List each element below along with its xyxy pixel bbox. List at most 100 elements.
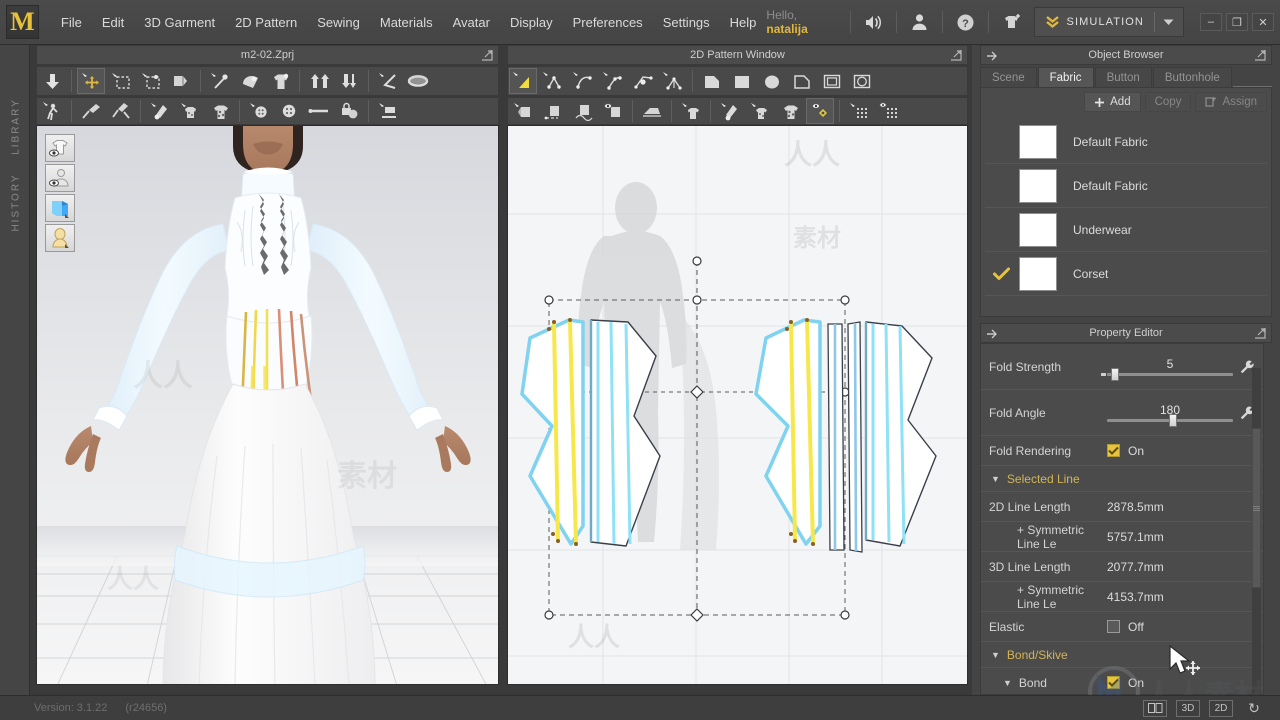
circle-shape-icon[interactable] [758, 68, 786, 94]
texture-view-icon[interactable] [806, 98, 834, 124]
sew-segment-icon[interactable] [509, 98, 537, 124]
fabric-row-2[interactable]: Underwear [985, 208, 1267, 252]
expand-icon[interactable] [949, 48, 963, 62]
transform-tool-icon[interactable] [77, 68, 105, 94]
fabric-row-3[interactable]: Corset [985, 252, 1267, 296]
sew-free-icon[interactable] [539, 98, 567, 124]
fabric-paint-icon[interactable] [146, 98, 174, 124]
view-3d-button[interactable]: 3D [1176, 699, 1200, 717]
sync-down-icon[interactable] [38, 68, 66, 94]
pin-pattern-icon[interactable] [77, 98, 105, 124]
minimize-button[interactable]: – [1199, 13, 1222, 31]
tab-scene[interactable]: Scene [980, 67, 1037, 87]
viewport-3d[interactable]: 人人 素材 人人 [36, 125, 499, 685]
sew-curve-icon[interactable] [569, 98, 597, 124]
scrollbar-thumb[interactable] [1252, 428, 1261, 588]
avatar-pose-icon[interactable] [38, 98, 66, 124]
section-bond-skive[interactable]: ▼ Bond/Skive [981, 642, 1263, 668]
history-tab[interactable]: HISTORY [11, 170, 22, 236]
fabric-check-3[interactable] [989, 267, 1013, 281]
menu-edit[interactable]: Edit [92, 10, 134, 35]
polygon-tool-icon[interactable] [629, 68, 657, 94]
garment-fold-icon[interactable] [266, 68, 294, 94]
garment-add-icon[interactable] [998, 7, 1025, 37]
show-pattern-icon[interactable] [45, 194, 75, 222]
chevron-down-icon[interactable]: ▼ [1003, 678, 1012, 688]
elastic-checkbox[interactable] [1107, 620, 1120, 633]
steam-iron-icon[interactable] [638, 98, 666, 124]
copy-fabric-button[interactable]: Copy [1144, 92, 1192, 112]
mesh-select-icon[interactable] [137, 68, 165, 94]
add-fabric-button[interactable]: Add [1084, 92, 1141, 112]
menu-settings[interactable]: Settings [653, 10, 720, 35]
garment-fabric-icon[interactable] [776, 98, 804, 124]
garment-texture-icon[interactable] [206, 98, 234, 124]
garment-select-icon[interactable] [677, 98, 705, 124]
rect-select-icon[interactable] [107, 68, 135, 94]
menu-3d-garment[interactable]: 3D Garment [134, 10, 225, 35]
library-tab[interactable]: LIBRARY [11, 94, 22, 160]
edit-point-icon[interactable] [599, 68, 627, 94]
view-2d-button[interactable]: 2D [1209, 699, 1233, 717]
menu-sewing[interactable]: Sewing [307, 10, 370, 35]
fabric-swatch-0[interactable] [1019, 124, 1057, 159]
button-tool-icon[interactable] [245, 98, 273, 124]
show-skin-icon[interactable] [45, 224, 75, 252]
pattern-texture-icon[interactable] [176, 98, 204, 124]
fabric-fill-icon[interactable] [716, 98, 744, 124]
arrange-up-icon[interactable] [305, 68, 333, 94]
edit-curvature-icon[interactable] [569, 68, 597, 94]
pattern-fabric-icon[interactable] [746, 98, 774, 124]
zipper-line-icon[interactable] [305, 98, 333, 124]
menu-2d-pattern[interactable]: 2D Pattern [225, 10, 307, 35]
particle-distance-icon[interactable] [845, 98, 873, 124]
fabric-row-1[interactable]: Default Fabric [985, 164, 1267, 208]
fold-rendering-checkbox[interactable] [1107, 444, 1120, 457]
menu-avatar[interactable]: Avatar [443, 10, 500, 35]
show-mesh-icon[interactable] [875, 98, 903, 124]
buttonhole-tool-icon[interactable] [275, 98, 303, 124]
fold-strength-knob[interactable] [1110, 368, 1119, 381]
polygon-shape-icon[interactable] [698, 68, 726, 94]
show-avatar-icon[interactable] [45, 164, 75, 192]
fold-angle-slider[interactable] [1107, 414, 1233, 427]
close-button[interactable]: ✕ [1251, 13, 1274, 31]
section-selected-line[interactable]: ▼ Selected Line [981, 466, 1263, 492]
circumference-icon[interactable] [404, 68, 432, 94]
property-editor-scrollbar[interactable] [1252, 368, 1261, 694]
fabric-row-0[interactable]: Default Fabric [985, 120, 1267, 164]
menu-help[interactable]: Help [720, 10, 767, 35]
edit-curve-point-icon[interactable] [539, 68, 567, 94]
internal-rectangle-icon[interactable] [818, 68, 846, 94]
menu-display[interactable]: Display [500, 10, 563, 35]
bond-checkbox[interactable] [1107, 676, 1120, 689]
measure-angle-icon[interactable] [374, 68, 402, 94]
show-garment-icon[interactable] [45, 134, 75, 162]
tab-buttonhole[interactable]: Buttonhole [1152, 67, 1232, 87]
simulation-button[interactable]: SIMULATION [1035, 8, 1154, 36]
add-point-split-icon[interactable] [659, 68, 687, 94]
fold-arrange-icon[interactable] [236, 68, 264, 94]
pin-tool-icon[interactable] [206, 68, 234, 94]
unfold-icon[interactable] [167, 68, 195, 94]
fabric-swatch-3[interactable] [1019, 256, 1057, 291]
internal-circle-icon[interactable] [848, 68, 876, 94]
user-icon[interactable] [906, 7, 933, 37]
fabric-swatch-1[interactable] [1019, 168, 1057, 203]
reset-view-button[interactable]: ↻ [1242, 700, 1266, 717]
collapse-arrow-icon[interactable] [985, 327, 999, 341]
collapse-arrow-icon[interactable] [985, 49, 999, 63]
expand-icon[interactable] [1253, 326, 1267, 340]
menu-file[interactable]: File [51, 10, 92, 35]
edit-sewing-icon[interactable] [599, 98, 627, 124]
edit-pattern-icon[interactable] [509, 68, 537, 94]
speaker-icon[interactable] [860, 7, 887, 37]
mode-dropdown-caret[interactable] [1155, 8, 1183, 36]
expand-icon[interactable] [1253, 48, 1267, 62]
arrange-down-icon[interactable] [335, 68, 363, 94]
app-logo[interactable]: M [6, 5, 39, 39]
tab-button[interactable]: Button [1094, 67, 1152, 87]
assign-fabric-button[interactable]: Assign [1195, 92, 1267, 112]
split-view-button[interactable] [1143, 699, 1167, 717]
lock-zipper-icon[interactable] [335, 98, 363, 124]
